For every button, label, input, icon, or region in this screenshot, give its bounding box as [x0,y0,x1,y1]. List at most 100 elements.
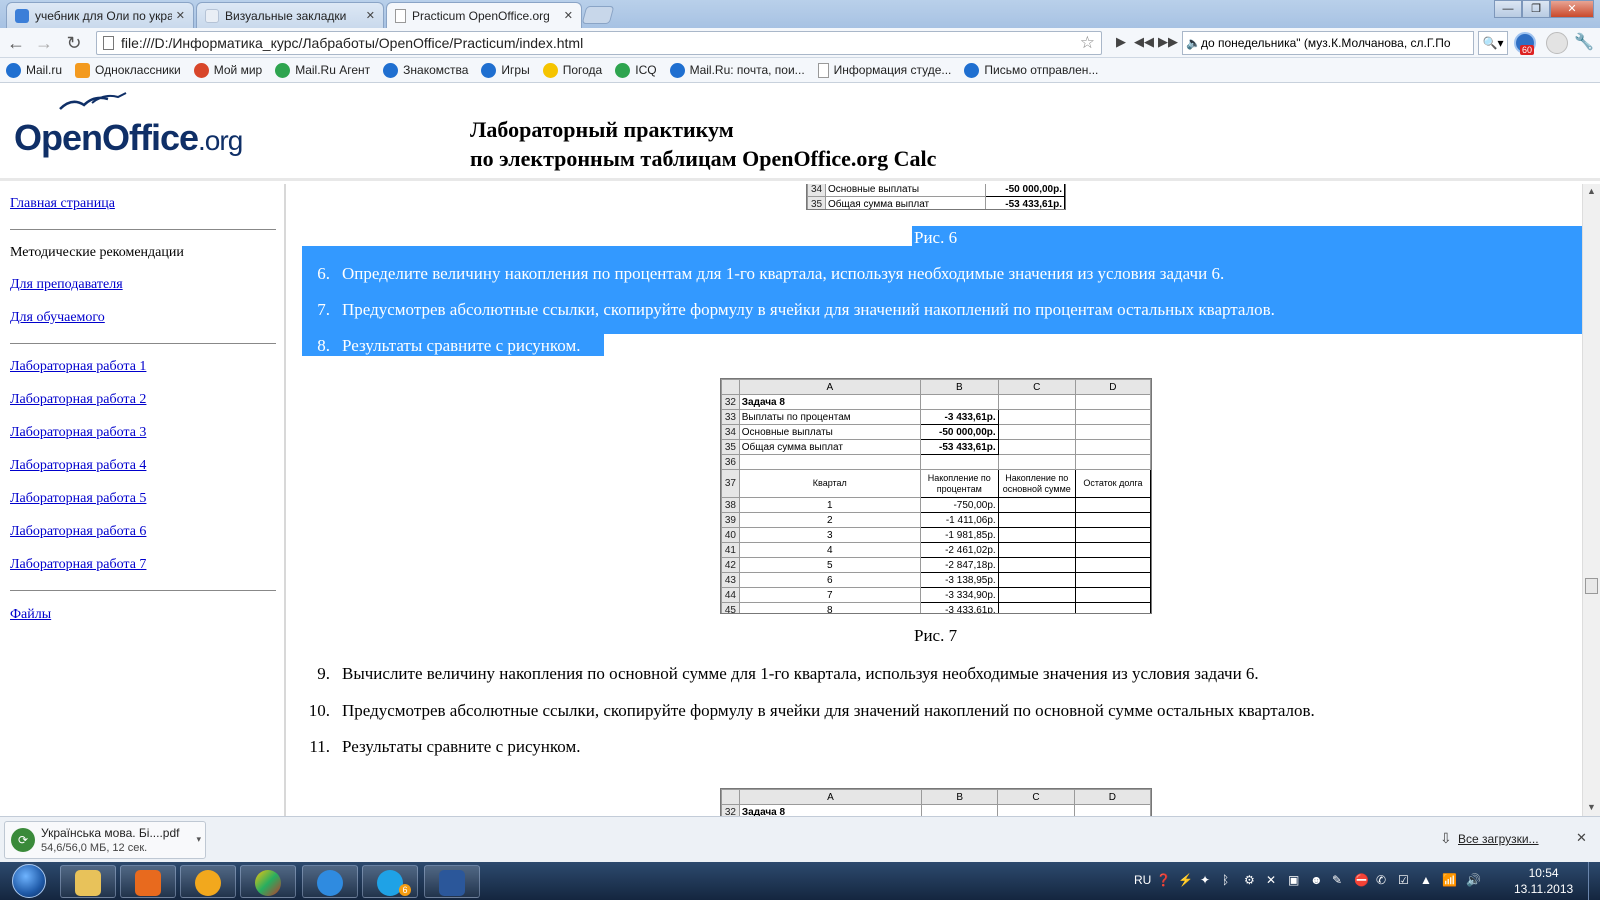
close-tab-icon[interactable]: ✕ [564,9,573,22]
bluetooth-icon[interactable]: ᛒ [1222,873,1229,887]
tray-icon[interactable]: ✕ [1266,873,1276,887]
tray-icon[interactable]: ▣ [1288,873,1299,887]
settings-wrench-icon[interactable]: 🔧 [1574,32,1594,52]
scroll-down-icon[interactable]: ▼ [1587,802,1596,812]
close-tab-icon[interactable]: ✕ [176,9,185,22]
page-favicon-icon [395,8,406,23]
taskbar-explorer[interactable] [60,865,116,898]
table-cell [738,454,921,470]
new-tab-button[interactable] [581,6,615,24]
table-cell [997,497,1076,513]
clock-time: 10:54 [1528,866,1559,880]
row-header-cell: 37 [721,469,740,498]
system-clock[interactable]: 10:54 13.11.2013 [1514,865,1573,897]
tray-icon[interactable]: ✦ [1200,873,1210,887]
sidebar-link-lab-3[interactable]: Лабораторная работа 3 [10,425,146,441]
tray-icon[interactable]: ☻ [1310,873,1323,887]
sidebar-link-lab-2[interactable]: Лабораторная работа 2 [10,392,146,408]
extension-icon[interactable] [1546,32,1568,54]
bookmark-weather[interactable]: Погода [542,62,602,78]
play-icon[interactable]: ▶ [1116,34,1126,50]
bookmark-znakomstva[interactable]: Знакомства [383,62,468,78]
table-cell: -50 000,00р. [919,424,999,440]
network-icon[interactable]: 📶 [1442,873,1457,887]
address-bar[interactable]: file:///D:/Информатика_курс/Лабработы/Op… [96,31,1102,55]
help-icon[interactable]: ❓ [1156,873,1171,887]
fast-forward-icon[interactable]: ▶▶ [1158,34,1178,50]
tray-icon[interactable]: ✎ [1332,873,1342,887]
taskbar-skype[interactable]: 6 [362,865,418,898]
bookmark-icq[interactable]: ICQ [615,62,657,78]
bookmark-games[interactable]: Игры [481,62,530,78]
bookmark-student-info[interactable]: Информация студе... [817,62,951,78]
show-desktop-button[interactable] [1588,862,1600,900]
bookmark-odnoklassniki[interactable]: Одноклассники [75,62,181,78]
tray-icon[interactable]: ▲ [1420,873,1432,887]
mailru-icon [964,62,980,78]
maximize-button[interactable]: ❐ [1522,0,1550,18]
sidebar-link-lab-7[interactable]: Лабораторная работа 7 [10,557,146,573]
bookmark-star-icon[interactable]: ☆ [1080,32,1095,54]
sidebar-link-home[interactable]: Главная страница [10,196,115,212]
tray-icon[interactable]: ⛔ [1354,873,1369,887]
download-item[interactable]: ⟳ Українська мова. Бі....pdf 54,6/56,0 М… [4,821,206,859]
close-tab-icon[interactable]: ✕ [366,9,375,22]
taskbar-mail-agent[interactable] [180,865,236,898]
all-downloads-link[interactable]: Все загрузки... [1458,832,1539,846]
bookmark-letter-sent[interactable]: Письмо отправлен... [964,62,1098,78]
sidebar-link-teacher[interactable]: Для преподавателя [10,277,123,293]
sidebar-link-lab-1[interactable]: Лабораторная работа 1 [10,359,146,375]
player-track-title[interactable]: 🔈 до понедельника" (муз.К.Молчанова, сл.… [1182,31,1474,55]
search-dropdown-icon[interactable]: 🔍▾ [1478,31,1508,55]
volume-icon[interactable]: 🔊 [1466,873,1481,887]
page-scrollbar[interactable]: ▲ ▼ [1582,184,1600,816]
tray-icon[interactable]: ⚡ [1178,873,1193,887]
sidebar-link-lab-6[interactable]: Лабораторная работа 6 [10,524,146,540]
table-cell: -3 138,95р. [919,572,999,588]
taskbar-word[interactable] [424,865,480,898]
taskbar-media-player[interactable] [120,865,176,898]
bookmark-moymir[interactable]: Мой мир [193,62,262,78]
page-title-line-1: Лабораторный практикум [470,117,734,142]
sidebar-link-lab-4[interactable]: Лабораторная работа 4 [10,458,146,474]
scroll-up-icon[interactable]: ▲ [1587,186,1596,196]
bookmark-mailru[interactable]: Mail.ru [6,62,62,78]
reload-icon[interactable]: ↻ [62,32,86,54]
table-row: 44 7 -3 334,90р. [721,587,1151,603]
tab-3-active[interactable]: Practicum OpenOffice.org ✕ [386,2,582,28]
folder-icon [75,870,101,896]
tab-2[interactable]: Визуальные закладки ✕ [196,2,384,28]
back-icon[interactable]: ← [4,32,28,54]
table-cell [997,512,1076,528]
sidebar-link-student[interactable]: Для обучаемого [10,310,105,326]
close-downloads-icon[interactable]: ✕ [1576,830,1587,846]
forward-icon[interactable]: → [32,32,56,54]
taskbar-chrome[interactable] [240,865,296,898]
table-cell [997,394,1076,410]
table-cell: 7 [738,587,921,603]
tray-icon[interactable]: ⚙ [1244,873,1255,887]
row-header-cell: 32 [721,394,740,410]
sidebar-link-lab-5[interactable]: Лабораторная работа 5 [10,491,146,507]
rewind-icon[interactable]: ◀◀ [1134,34,1154,50]
window-close-button[interactable]: ✕ [1550,0,1594,18]
at-icon [383,62,399,78]
tray-icon[interactable]: ☑ [1398,873,1409,887]
bookmark-agent[interactable]: Mail.Ru Агент [275,62,370,78]
tab-1[interactable]: учебник для Оли по укра ✕ [6,2,194,28]
tab-strip: учебник для Оли по укра ✕ Визуальные зак… [0,0,1600,28]
start-button[interactable] [8,862,52,900]
language-indicator[interactable]: RU [1134,873,1151,887]
bookmarks-bar: Mail.ru Одноклассники Мой мир Mail.Ru Аг… [0,58,1600,83]
scrollbar-thumb[interactable] [1585,578,1598,594]
table-cell: Накопление по основной сумме [997,469,1076,498]
minimize-button[interactable]: — [1494,0,1522,18]
pdf-icon: ⟳ [11,828,35,852]
sidebar-link-files[interactable]: Файлы [10,607,51,623]
table-cell: -1 411,06р. [919,512,999,528]
taskbar-ie[interactable] [302,865,358,898]
tray-icon[interactable]: ✆ [1376,873,1386,887]
bookmark-mailru-mail[interactable]: Mail.Ru: почта, пои... [669,62,805,78]
download-menu-icon[interactable]: ▾ [196,834,201,845]
spreadsheet-figure-8: A B C D 32 Задача 8 [720,788,1152,816]
